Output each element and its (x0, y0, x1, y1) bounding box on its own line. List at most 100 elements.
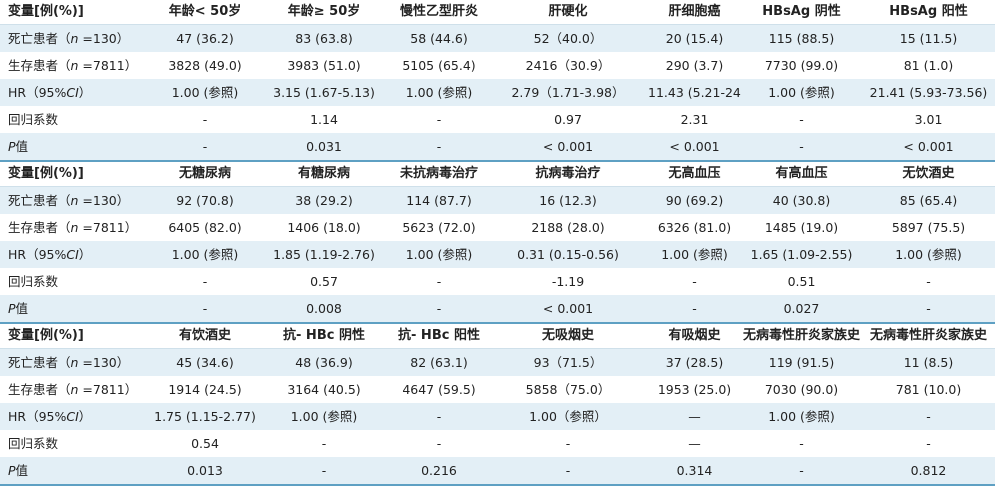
column-header: HBsAg 阴性 (741, 0, 862, 24)
table-cell: 0.314 (648, 457, 741, 484)
table-row: 回归系数 0.54- - - — - - (0, 430, 995, 457)
row-label-suffix: ） (78, 247, 92, 262)
section-header-row: 变量[例(%)] 有饮酒史 抗- HBc 阴性 抗- HBc 阳性 无吸烟史 有吸烟史 无病… (0, 324, 995, 348)
table-cell: 2.31 (648, 106, 741, 133)
table-cell: - (390, 430, 488, 457)
row-label-text: 死亡患者（ (8, 355, 71, 370)
table-cell: 83 (63.8) (258, 25, 390, 52)
risk-factor-table: 变量[例(%)] 年龄< 50岁 年龄≥ 50岁 慢性乙型肝炎 肝硬化 肝细胞癌 HBsAg… (0, 0, 995, 486)
row-label-suffix: ） (78, 409, 92, 424)
table-cell: 93（71.5） (488, 349, 648, 376)
table-cell: - (390, 295, 488, 322)
table-cell: -1.19 (488, 268, 648, 295)
table-cell: - (390, 106, 488, 133)
table-cell: - (488, 457, 648, 484)
column-header: 无病毒性肝炎家族史 (741, 324, 862, 348)
column-header: 年龄≥ 50岁 (258, 0, 390, 24)
table-cell: 119 (91.5) (741, 349, 862, 376)
column-header: 年龄< 50岁 (152, 0, 258, 24)
column-header: 无糖尿病 (152, 162, 258, 186)
table-cell: 3983 (51.0) (258, 52, 390, 79)
row-label-text: 生存患者（ (8, 58, 71, 73)
column-header: 无病毒性肝炎家族史 (862, 324, 995, 348)
table-cell: 1.00 (参照) (741, 403, 862, 430)
table-cell: - (258, 457, 390, 484)
table-cell: — (648, 403, 741, 430)
table-cell: - (152, 295, 258, 322)
table-cell: 82 (63.1) (390, 349, 488, 376)
header-variable-label: 变量[例(%)] (0, 324, 152, 348)
row-label: P值 (0, 457, 152, 484)
row-label-suffix: =130） (78, 31, 130, 46)
table-cell: 0.008 (258, 295, 390, 322)
table-row: P值 -0.008- < 0.001-0.027- (0, 295, 995, 322)
table-cell: 6405 (82.0) (152, 214, 258, 241)
row-label-text: 死亡患者（ (8, 193, 71, 208)
table-cell: 114 (87.7) (390, 187, 488, 214)
table-cell: 0.31 (0.15-0.56) (488, 241, 648, 268)
table-cell: 0.013 (152, 457, 258, 484)
table-cell: 290 (3.7) (648, 52, 741, 79)
row-label: 死亡患者（n =130） (0, 25, 152, 52)
table-cell: - (152, 133, 258, 160)
table-cell: 3164 (40.5) (258, 376, 390, 403)
row-label-suffix: =7811） (78, 58, 138, 73)
table-cell: 1.00 (参照) (648, 241, 741, 268)
row-label: HR（95%CI） (0, 241, 152, 268)
table-cell: 1.00 (参照) (152, 241, 258, 268)
table-cell: 3.15 (1.67-5.13) (258, 79, 390, 106)
table-row: 死亡患者（n =130） 45 (34.6) 48 (36.9) 82 (63.1) 9… (0, 349, 995, 376)
row-label: 回归系数 (0, 106, 152, 133)
table-cell: 3828 (49.0) (152, 52, 258, 79)
row-label-text: 回归系数 (8, 274, 59, 289)
header-variable-label: 变量[例(%)] (0, 0, 152, 24)
table-cell: 6326 (81.0) (648, 214, 741, 241)
table-cell: 47 (36.2) (152, 25, 258, 52)
table-cell: - (862, 268, 995, 295)
row-label-italic: P (8, 463, 16, 478)
row-label-suffix: 值 (15, 139, 29, 154)
table-row: 生存患者（n =7811） 1914 (24.5) 3164 (40.5) 4647 … (0, 376, 995, 403)
table-cell: 1.00 (参照) (862, 241, 995, 268)
table-cell: 11.43 (5.21-24.67) (648, 79, 741, 106)
table-row: 死亡患者（n =130） 92 (70.8) 38 (29.2) 114 (87.7)… (0, 187, 995, 214)
row-label-suffix: =130） (78, 355, 130, 370)
column-header: 慢性乙型肝炎 (390, 0, 488, 24)
table-row: 回归系数 -1.14-0.97 2.31-3.01 (0, 106, 995, 133)
table-cell: 15 (11.5) (862, 25, 995, 52)
table-cell: 81 (1.0) (862, 52, 995, 79)
table-cell: 5858（75.0） (488, 376, 648, 403)
table-row: HR（95%CI） 1.00 (参照) 3.15 (1.67-5.13) 1.00 (… (0, 79, 995, 106)
table-cell: < 0.001 (862, 133, 995, 160)
table-body: 变量[例(%)] 年龄< 50岁 年龄≥ 50岁 慢性乙型肝炎 肝硬化 肝细胞癌 HBsAg… (0, 0, 995, 486)
table-cell: - (741, 106, 862, 133)
table-cell: 1.00 (参照) (390, 79, 488, 106)
table-cell: - (741, 457, 862, 484)
table-cell: 90 (69.2) (648, 187, 741, 214)
column-header: 未抗病毒治疗 (390, 162, 488, 186)
table-cell: - (390, 403, 488, 430)
table-cell: - (648, 295, 741, 322)
header-variable-label: 变量[例(%)] (0, 162, 152, 186)
table-cell: 16 (12.3) (488, 187, 648, 214)
row-label: 生存患者（n =7811） (0, 52, 152, 79)
row-label-text: HR（95% (8, 85, 67, 100)
row-label-italic: CI (66, 247, 79, 262)
table-cell: - (488, 430, 648, 457)
table-cell: 5623 (72.0) (390, 214, 488, 241)
section-header-row: 变量[例(%)] 无糖尿病 有糖尿病 未抗病毒治疗 抗病毒治疗 无高血压 有高血压 无饮酒史 (0, 162, 995, 186)
table-cell: 2188 (28.0) (488, 214, 648, 241)
row-label-text: 回归系数 (8, 436, 59, 451)
row-label-italic: CI (66, 409, 79, 424)
table-cell: 0.51 (741, 268, 862, 295)
row-label-text: 死亡患者（ (8, 31, 71, 46)
table-cell: 0.027 (741, 295, 862, 322)
table-cell: 1485 (19.0) (741, 214, 862, 241)
table-cell: 5897 (75.5) (862, 214, 995, 241)
column-header: 无高血压 (648, 162, 741, 186)
column-header: 无吸烟史 (488, 324, 648, 348)
table-cell: 52（40.0） (488, 25, 648, 52)
row-label-italic: P (8, 139, 16, 154)
table-cell: - (390, 268, 488, 295)
table-cell: 1.85 (1.19-2.76) (258, 241, 390, 268)
